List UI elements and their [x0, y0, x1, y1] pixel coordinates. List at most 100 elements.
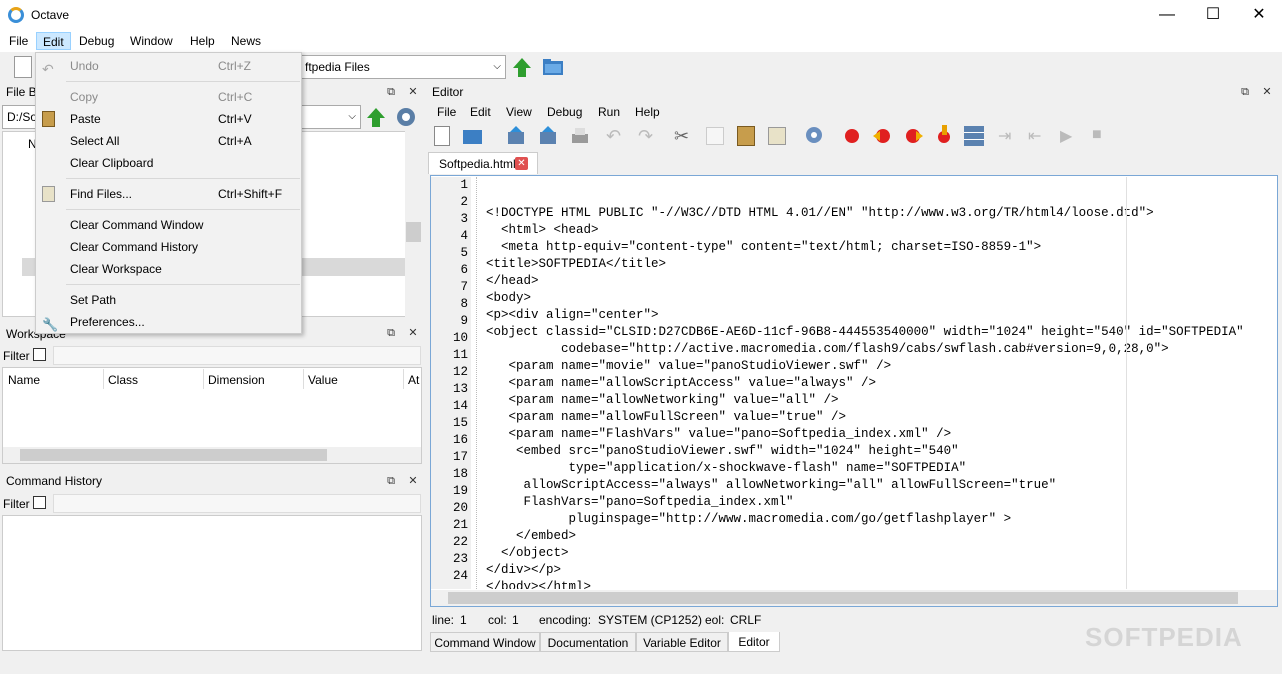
editor-menu-debug[interactable]: Debug: [541, 103, 588, 121]
code-line[interactable]: <param name="movie" value="panoStudioVie…: [486, 358, 1276, 375]
undo-icon[interactable]: ↶: [606, 126, 626, 146]
previous-breakpoint-icon[interactable]: [872, 126, 892, 146]
step-out-icon[interactable]: ⇤: [1028, 126, 1048, 146]
find-icon[interactable]: [768, 127, 786, 145]
maximize-button[interactable]: ☐: [1190, 0, 1236, 30]
close-panel-icon[interactable]: ✕: [406, 85, 420, 99]
code-line[interactable]: <param name="allowFullScreen" value="tru…: [486, 409, 1276, 426]
menu-item-find-files[interactable]: Find Files... Ctrl+Shift+F: [36, 183, 301, 205]
step-icon[interactable]: [964, 126, 984, 146]
current-directory-combo[interactable]: ftpedia Files ⌵: [300, 55, 506, 79]
gear-icon[interactable]: [394, 105, 420, 129]
save-icon[interactable]: [506, 126, 526, 146]
redo-icon[interactable]: ↷: [638, 126, 658, 146]
cut-icon[interactable]: ✂: [674, 126, 694, 146]
open-file-icon[interactable]: [462, 126, 482, 146]
code-line[interactable]: <param name="allowNetworking" value="all…: [486, 392, 1276, 409]
column-name[interactable]: Name: [8, 371, 40, 389]
menu-edit[interactable]: Edit: [36, 32, 71, 50]
close-tab-icon[interactable]: ✕: [515, 157, 528, 170]
menu-help[interactable]: Help: [184, 32, 221, 50]
undock-icon[interactable]: ⧉: [384, 326, 398, 340]
menu-item-clear-command-window[interactable]: Clear Command Window: [36, 214, 301, 236]
minimize-button[interactable]: —: [1144, 0, 1190, 30]
up-directory-icon[interactable]: [512, 56, 532, 78]
new-script-icon[interactable]: [14, 56, 32, 78]
scrollbar-thumb[interactable]: [406, 222, 421, 242]
history-filter-checkbox[interactable]: [33, 496, 46, 509]
editor-file-tab[interactable]: Softpedia.html ✕: [428, 152, 538, 174]
tab-variable-editor[interactable]: Variable Editor: [636, 632, 728, 652]
code-line[interactable]: codebase="http://active.macromedia.com/f…: [486, 341, 1276, 358]
code-line[interactable]: pluginspage="http://www.macromedia.com/g…: [486, 511, 1276, 528]
code-line[interactable]: </div></p>: [486, 562, 1276, 579]
code-text[interactable]: <!DOCTYPE HTML PUBLIC "-//W3C//DTD HTML …: [486, 177, 1276, 589]
scrollbar-thumb[interactable]: [20, 449, 327, 461]
column-class[interactable]: Class: [108, 371, 138, 389]
next-breakpoint-icon[interactable]: [904, 126, 924, 146]
clear-breakpoints-icon[interactable]: [934, 124, 954, 144]
code-line[interactable]: <param name="FlashVars" value="pano=Soft…: [486, 426, 1276, 443]
menu-item-set-path[interactable]: Set Path: [36, 289, 301, 311]
save-as-icon[interactable]: [538, 126, 558, 146]
undock-icon[interactable]: ⧉: [384, 85, 398, 99]
menu-item-clear-command-history[interactable]: Clear Command History: [36, 236, 301, 258]
undock-icon[interactable]: ⧉: [384, 474, 398, 488]
code-line[interactable]: <embed src="panoStudioViewer.swf" width=…: [486, 443, 1276, 460]
menu-item-paste[interactable]: Paste Ctrl+V: [36, 108, 301, 130]
code-line[interactable]: </head>: [486, 273, 1276, 290]
continue-icon[interactable]: ▶: [1060, 126, 1080, 146]
undock-icon[interactable]: ⧉: [1238, 85, 1252, 99]
copy-icon[interactable]: [706, 127, 724, 145]
print-icon[interactable]: [570, 126, 590, 146]
code-line[interactable]: type="application/x-shockwave-flash" nam…: [486, 460, 1276, 477]
paste-icon[interactable]: [737, 126, 755, 146]
close-panel-icon[interactable]: ✕: [406, 474, 420, 488]
toggle-breakpoint-icon[interactable]: [842, 126, 862, 146]
code-line[interactable]: </embed>: [486, 528, 1276, 545]
code-line[interactable]: <param name="allowScriptAccess" value="a…: [486, 375, 1276, 392]
menu-item-select-all[interactable]: Select All Ctrl+A: [36, 130, 301, 152]
scrollbar-thumb[interactable]: [448, 592, 1238, 604]
editor-menu-run[interactable]: Run: [592, 103, 626, 121]
code-line[interactable]: <!DOCTYPE HTML PUBLIC "-//W3C//DTD HTML …: [486, 205, 1276, 222]
history-filter-input[interactable]: [53, 494, 421, 513]
code-line[interactable]: </body></html>: [486, 579, 1276, 589]
column-dimension[interactable]: Dimension: [208, 371, 265, 389]
menu-item-copy[interactable]: Copy Ctrl+C: [36, 86, 301, 108]
code-line[interactable]: <title>SOFTPEDIA</title>: [486, 256, 1276, 273]
code-line[interactable]: FlashVars="pano=Softpedia_index.xml": [486, 494, 1276, 511]
up-directory-icon[interactable]: [366, 106, 386, 128]
editor-menu-edit[interactable]: Edit: [464, 103, 497, 121]
workspace-filter-input[interactable]: [53, 346, 421, 365]
menu-item-clear-workspace[interactable]: Clear Workspace: [36, 258, 301, 280]
code-line[interactable]: allowScriptAccess="always" allowNetworki…: [486, 477, 1276, 494]
editor-menu-help[interactable]: Help: [629, 103, 666, 121]
menu-window[interactable]: Window: [124, 32, 179, 50]
code-line[interactable]: <html> <head>: [486, 222, 1276, 239]
editor-menu-view[interactable]: View: [500, 103, 538, 121]
browse-folder-icon[interactable]: [542, 58, 564, 76]
settings-run-icon[interactable]: [804, 125, 824, 145]
tab-documentation[interactable]: Documentation: [540, 632, 636, 652]
step-in-icon[interactable]: ⇥: [998, 126, 1018, 146]
menu-debug[interactable]: Debug: [73, 32, 120, 50]
close-panel-icon[interactable]: ✕: [1260, 85, 1274, 99]
stop-icon[interactable]: ■: [1092, 126, 1112, 146]
workspace-filter-checkbox[interactable]: [33, 348, 46, 361]
close-button[interactable]: ✕: [1236, 0, 1282, 30]
tab-command-window[interactable]: Command Window: [430, 632, 540, 652]
code-line[interactable]: <object classid="CLSID:D27CDB6E-AE6D-11c…: [486, 324, 1276, 341]
code-line[interactable]: <body>: [486, 290, 1276, 307]
editor-menu-file[interactable]: File: [431, 103, 462, 121]
column-attribute[interactable]: At: [408, 371, 421, 389]
menu-news[interactable]: News: [225, 32, 267, 50]
close-panel-icon[interactable]: ✕: [406, 326, 420, 340]
tab-editor[interactable]: Editor: [728, 632, 780, 652]
menu-file[interactable]: File: [3, 32, 34, 50]
menu-item-undo[interactable]: ↶ Undo Ctrl+Z: [36, 55, 301, 77]
column-value[interactable]: Value: [308, 371, 338, 389]
menu-item-clear-clipboard[interactable]: Clear Clipboard: [36, 152, 301, 174]
command-history-list[interactable]: [2, 515, 422, 651]
new-file-icon[interactable]: [434, 126, 450, 146]
